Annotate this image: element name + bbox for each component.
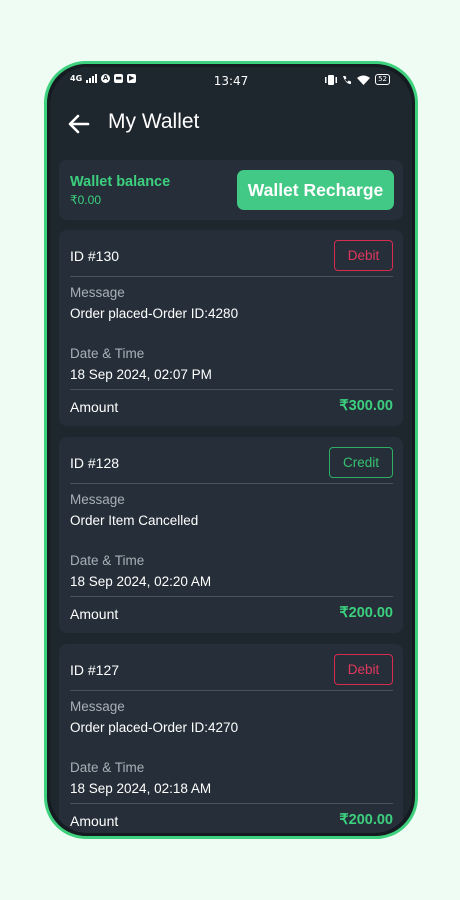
datetime-value: 18 Sep 2024, 02:20 AM — [70, 574, 212, 589]
message-value: Order placed-Order ID:4280 — [70, 306, 239, 321]
message-label: Message — [70, 492, 125, 507]
amount-label: Amount — [70, 399, 119, 415]
message-label: Message — [70, 285, 125, 300]
status-right-icons: 52 — [325, 74, 390, 85]
call-icon — [343, 75, 352, 84]
datetime-label: Date & Time — [70, 346, 145, 361]
wallet-balance-value: ₹0.00 — [70, 193, 101, 207]
datetime-value: 18 Sep 2024, 02:18 AM — [70, 781, 212, 796]
transaction-card: ID #128 Credit Message Order Item Cancel… — [59, 437, 403, 633]
page-title: My Wallet — [108, 110, 200, 133]
transaction-type-badge: Debit — [334, 240, 393, 271]
divider — [70, 389, 393, 390]
amount-value: ₹200.00 — [339, 812, 393, 828]
app-bar: My Wallet — [50, 97, 412, 151]
transaction-id: ID #127 — [70, 662, 120, 678]
amount-value: ₹200.00 — [339, 605, 393, 621]
status-bar: 4G A ▬ ▶ 13:47 52 — [50, 67, 412, 97]
transaction-id: ID #130 — [70, 248, 120, 264]
divider — [70, 803, 393, 804]
vibrate-icon — [325, 74, 338, 85]
amount-value: ₹300.00 — [339, 398, 393, 414]
arrow-left-icon[interactable] — [66, 111, 92, 137]
transaction-id: ID #128 — [70, 455, 120, 471]
message-value: Order Item Cancelled — [70, 513, 199, 528]
transaction-card: ID #127 Debit Message Order placed-Order… — [59, 644, 403, 833]
datetime-value: 18 Sep 2024, 02:07 PM — [70, 367, 212, 382]
transaction-type-badge: Debit — [334, 654, 393, 685]
battery-level: 52 — [375, 74, 390, 85]
wallet-balance-card: Wallet balance ₹0.00 Wallet Recharge — [59, 160, 403, 220]
message-value: Order placed-Order ID:4270 — [70, 720, 239, 735]
wallet-content[interactable]: Wallet balance ₹0.00 Wallet Recharge ID … — [59, 160, 403, 833]
amount-label: Amount — [70, 813, 119, 829]
phone-frame: 4G A ▬ ▶ 13:47 52 My Wallet Wallet balan… — [44, 61, 418, 839]
amount-label: Amount — [70, 606, 119, 622]
wallet-balance-label: Wallet balance — [70, 174, 171, 190]
datetime-label: Date & Time — [70, 553, 145, 568]
wifi-icon — [357, 75, 371, 85]
transaction-type-badge: Credit — [329, 447, 393, 478]
message-label: Message — [70, 699, 125, 714]
datetime-label: Date & Time — [70, 760, 145, 775]
wallet-recharge-button[interactable]: Wallet Recharge — [237, 170, 394, 210]
divider — [70, 276, 393, 277]
divider — [70, 483, 393, 484]
transaction-card: ID #130 Debit Message Order placed-Order… — [59, 230, 403, 426]
divider — [70, 596, 393, 597]
divider — [70, 690, 393, 691]
app-screen: 4G A ▬ ▶ 13:47 52 My Wallet Wallet balan… — [50, 67, 412, 833]
